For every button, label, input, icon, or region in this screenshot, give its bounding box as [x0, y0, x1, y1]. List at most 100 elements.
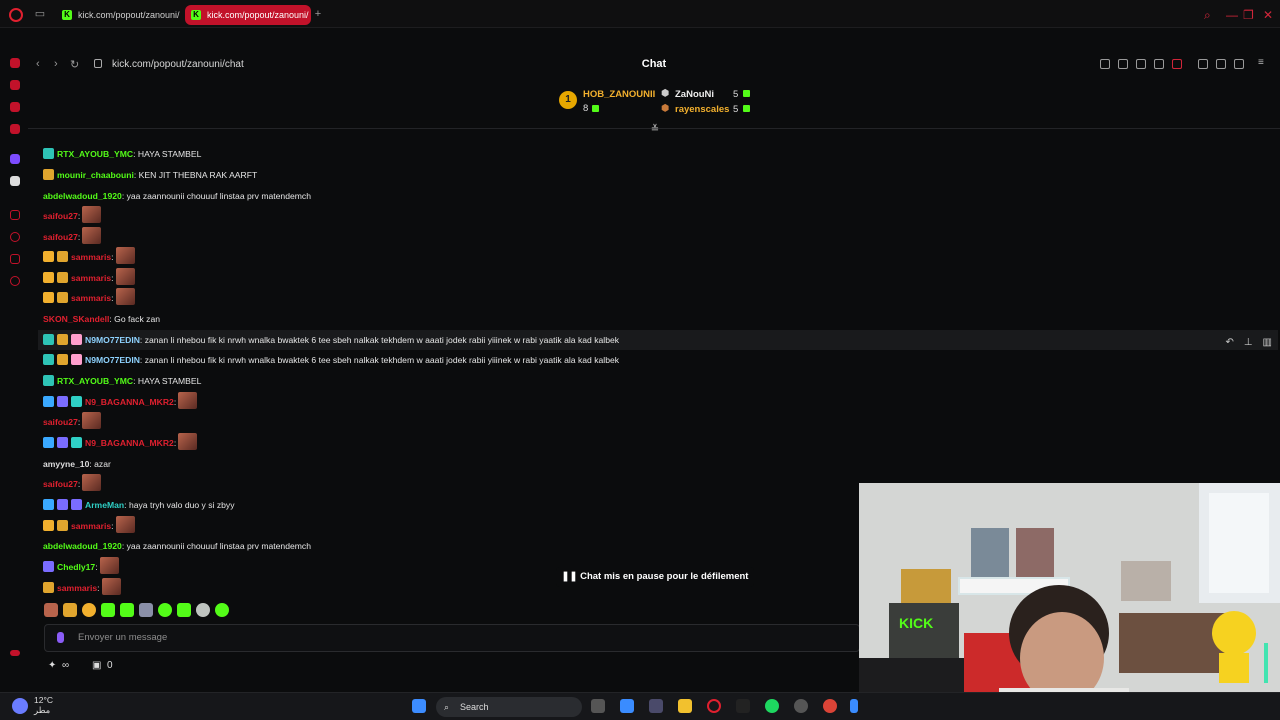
- taskbar-app-icon[interactable]: [850, 699, 858, 713]
- spotify-icon[interactable]: [765, 699, 779, 713]
- chat-username[interactable]: amyyne_10: [43, 459, 89, 469]
- file-explorer-icon[interactable]: [678, 699, 692, 713]
- emote-icon[interactable]: [139, 603, 153, 617]
- chat-username[interactable]: saifou27: [43, 417, 78, 427]
- emote-image: [115, 516, 135, 533]
- infinity-value: ∞: [62, 660, 70, 671]
- chat-message: mounir_chaabouni: KEN JIT THEBNA RAK AAR…: [43, 165, 1280, 185]
- windows-start-icon[interactable]: [412, 699, 426, 713]
- tab-kick-popout-2[interactable]: K kick.com/popout/zanouni/: [185, 5, 311, 25]
- emote-icon[interactable]: [120, 603, 134, 617]
- chat-username[interactable]: abdelwadoud_1920: [43, 191, 122, 201]
- chrome-icon[interactable]: [823, 699, 837, 713]
- emote-image: [115, 268, 135, 285]
- chat-input-placeholder: Envoyer un message: [78, 632, 168, 643]
- minimize-icon[interactable]: —: [1226, 8, 1238, 22]
- chat-input[interactable]: Envoyer un message: [44, 624, 860, 652]
- reply-icon[interactable]: ↶: [1225, 337, 1233, 348]
- og-badge-icon: [57, 251, 68, 262]
- og-badge-icon: [57, 520, 68, 531]
- chat-username[interactable]: saifou27: [43, 232, 78, 242]
- emote-icon[interactable]: [158, 603, 172, 617]
- emote-icon[interactable]: [82, 603, 96, 617]
- emote-image: [99, 557, 119, 574]
- chat-username[interactable]: N9MO77EDIN: [85, 355, 140, 365]
- chat-username[interactable]: RTX_AYOUB_YMC: [57, 149, 133, 159]
- opera-logo-icon[interactable]: [9, 8, 23, 22]
- delete-icon[interactable]: ▥: [1263, 337, 1272, 348]
- emote-icon[interactable]: [177, 603, 191, 617]
- pause-icon: ❚❚: [561, 571, 581, 582]
- logitech-icon[interactable]: [736, 699, 750, 713]
- chat-text: : Go fack zan: [109, 314, 161, 324]
- close-window-icon[interactable]: ✕: [1263, 8, 1273, 22]
- tab-kick-popout-1[interactable]: K kick.com/popout/zanouni/: [56, 5, 182, 25]
- emote-icon[interactable]: [44, 603, 58, 617]
- taskbar-search[interactable]: ⌕ Search: [436, 697, 582, 717]
- chat-username[interactable]: sammaris: [57, 583, 97, 593]
- chat-username[interactable]: N9_BAGANNA_MKR2: [85, 438, 174, 448]
- chat-message-hovered: N9MO77EDIN: zanan li nhebou fik ki nrwh …: [38, 330, 1278, 350]
- emote-icon[interactable]: [196, 603, 210, 617]
- og-badge-icon: [43, 169, 54, 180]
- chat-username[interactable]: sammaris: [71, 273, 111, 283]
- first-place-name[interactable]: HOB_ZANOUNII: [583, 89, 655, 100]
- task-view-icon[interactable]: [591, 699, 605, 713]
- pause-banner-text: Chat mis en pause pour le défilement: [580, 571, 749, 582]
- store-icon[interactable]: [649, 699, 663, 713]
- microphone-icon[interactable]: [57, 632, 64, 643]
- emote-icon[interactable]: [215, 603, 229, 617]
- search-tabs-icon[interactable]: ⌕: [1204, 8, 1211, 23]
- chat-username[interactable]: mounir_chaabouni: [57, 170, 134, 180]
- chat-username[interactable]: ArmeMan: [85, 500, 124, 510]
- chat-username[interactable]: saifou27: [43, 211, 78, 221]
- new-tab-icon[interactable]: +: [312, 8, 324, 20]
- sidebar-aria-icon[interactable]: [10, 58, 20, 68]
- chat-username[interactable]: sammaris: [71, 252, 111, 262]
- chat-username[interactable]: N9MO77EDIN: [85, 335, 140, 345]
- sidebar-shopping-icon[interactable]: [10, 80, 20, 90]
- weather-icon[interactable]: [12, 698, 28, 714]
- pin-icon[interactable]: ⊥: [1244, 337, 1253, 348]
- emote-image: [82, 206, 102, 223]
- chat-text: : HAYA STAMBEL: [133, 376, 202, 386]
- chat-username[interactable]: saifou27: [43, 479, 78, 489]
- og-badge-icon: [57, 396, 68, 407]
- chat-username[interactable]: abdelwadoud_1920: [43, 541, 122, 551]
- sidebar-x-icon[interactable]: [10, 176, 20, 186]
- emote-icon[interactable]: [101, 603, 115, 617]
- weather-widget[interactable]: 12°C مطر: [34, 695, 53, 715]
- svg-text:KICK: KICK: [899, 615, 933, 631]
- third-place-name[interactable]: rayenscales: [675, 104, 729, 115]
- sidebar-instagram-icon[interactable]: [10, 124, 20, 134]
- chat-username[interactable]: sammaris: [71, 293, 111, 303]
- sidebar-settings-icon[interactable]: [10, 276, 20, 286]
- og-badge-icon: [57, 499, 68, 510]
- obs-icon[interactable]: [794, 699, 808, 713]
- second-place-name[interactable]: ZaNouNi: [675, 89, 714, 100]
- chat-username[interactable]: RTX_AYOUB_YMC: [57, 376, 133, 386]
- chat-text: : KEN JIT THEBNA RAK AARFT: [133, 170, 258, 180]
- chat-text: :: [111, 252, 114, 262]
- chat-username[interactable]: SKON_SKandell: [43, 314, 109, 324]
- sidebar-extensions-icon[interactable]: [10, 254, 20, 264]
- chat-paused-banner[interactable]: ❚❚ Chat mis en pause pour le défilement: [556, 567, 754, 587]
- webcam-overlay: KICK: [859, 483, 1280, 720]
- chat-username[interactable]: sammaris: [71, 521, 111, 531]
- sidebar-history-icon[interactable]: [10, 232, 20, 242]
- sidebar-gx-icon[interactable]: [10, 650, 20, 656]
- maximize-icon[interactable]: ❐: [1243, 8, 1254, 22]
- sidebar-messages-icon[interactable]: [10, 102, 20, 112]
- chat-username[interactable]: N9_BAGANNA_MKR2: [85, 397, 174, 407]
- sidebar-player-icon[interactable]: [10, 210, 20, 220]
- copilot-icon[interactable]: [620, 699, 634, 713]
- points-sparkle-icon[interactable]: ✦: [48, 660, 56, 671]
- gift-box-icon[interactable]: ▣: [92, 660, 101, 671]
- sidebar-twitch-icon[interactable]: [10, 154, 20, 164]
- emote-icon[interactable]: [63, 603, 77, 617]
- first-place-count: 8: [583, 103, 589, 114]
- chat-username[interactable]: Chedly17: [57, 562, 95, 572]
- chat-footer: ✦ ∞ ▣ 0: [44, 660, 244, 678]
- opera-gx-taskbar-icon[interactable]: [707, 699, 721, 713]
- tab-menu-icon[interactable]: ▭: [34, 8, 46, 20]
